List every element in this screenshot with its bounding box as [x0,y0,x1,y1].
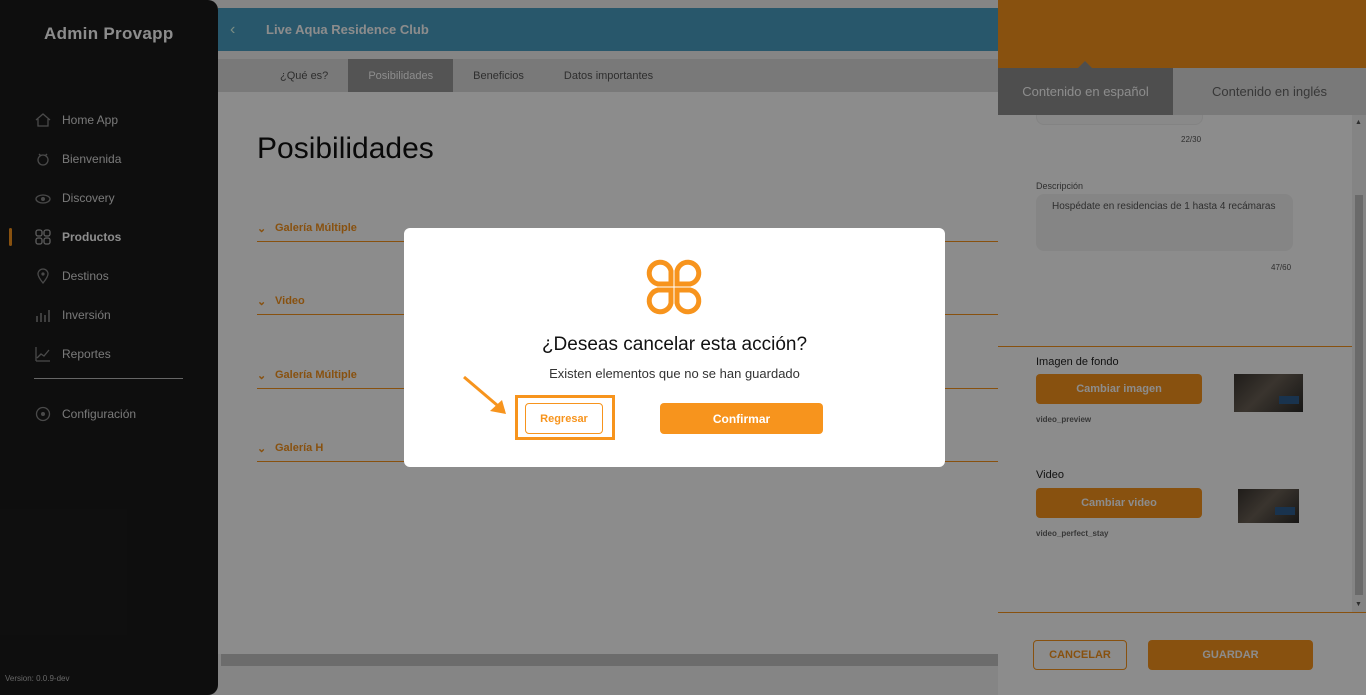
confirm-dialog: ¿Deseas cancelar esta acción? Existen el… [404,228,945,467]
confirm-button[interactable]: Confirmar [660,403,823,434]
brand-logo-icon [646,259,702,315]
back-button[interactable]: Regresar [525,403,603,434]
pointer-arrow-icon [463,375,506,414]
dialog-title: ¿Deseas cancelar esta acción? [541,334,808,355]
